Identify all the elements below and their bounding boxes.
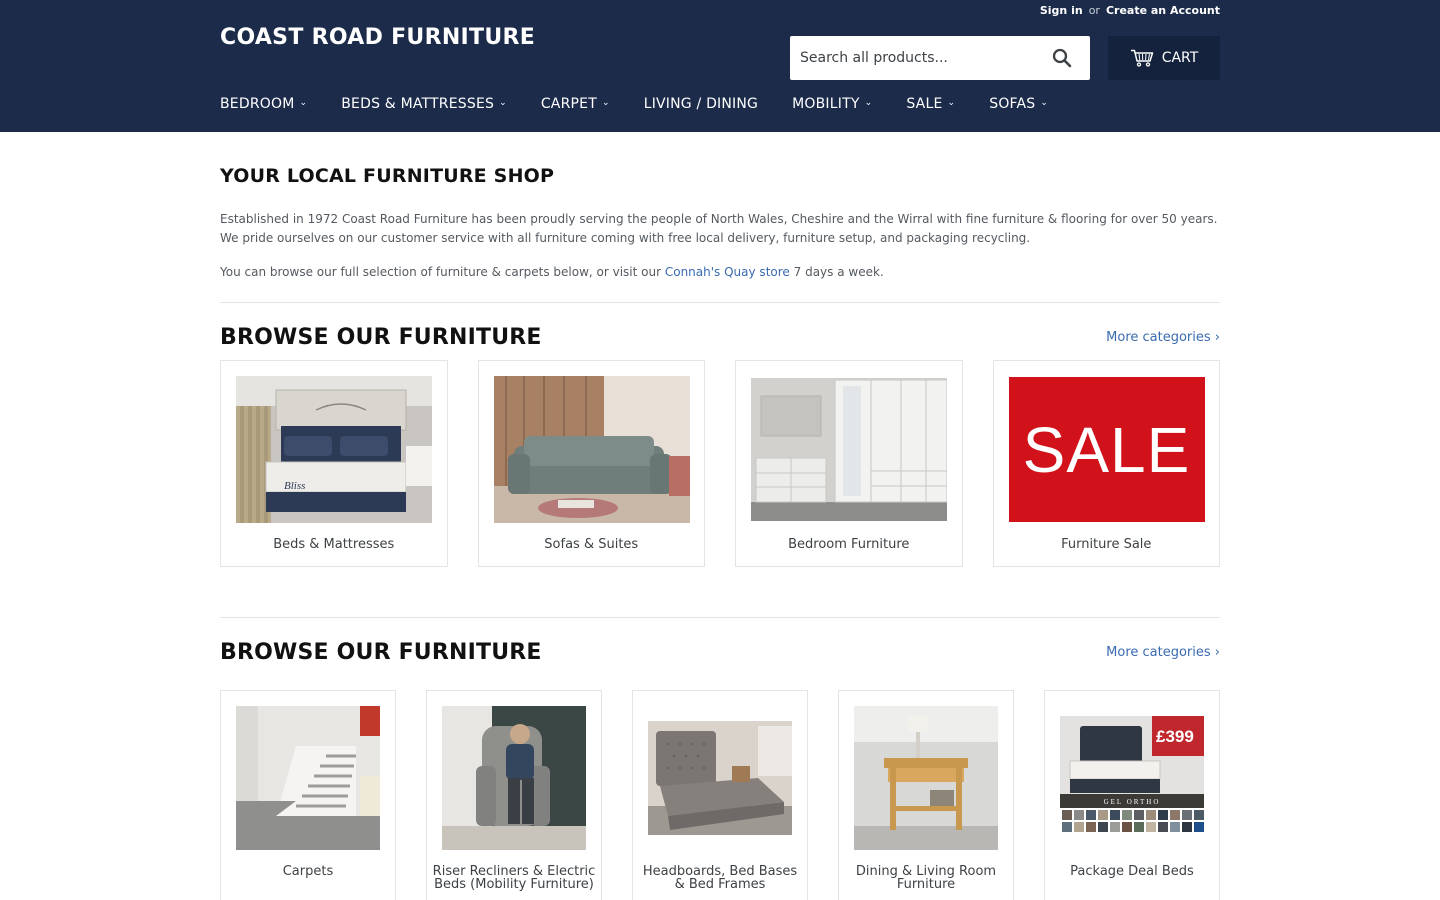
sofa-image [493, 376, 690, 523]
collection-label: Carpets [282, 864, 334, 879]
nav-item-living-dining[interactable]: LIVING / DINING [644, 96, 758, 112]
recliner-image [442, 706, 586, 850]
main-content: YOUR LOCAL FURNITURE SHOP Established in… [220, 165, 1220, 900]
account-links: Sign in or Create an Account [1040, 4, 1220, 17]
collection-card-sofas-suites[interactable]: Sofas & Suites [477, 360, 705, 567]
console-table-image [854, 706, 998, 850]
create-account-link[interactable]: Create an Account [1106, 4, 1220, 17]
nav-label: SALE [906, 96, 943, 112]
intro-line-2: We pride ourselves on our customer servi… [220, 231, 1031, 245]
svg-text:Bliss: Bliss [284, 480, 305, 492]
more-categories-link[interactable]: More categories › [1106, 330, 1220, 345]
collection-card-package-deal-beds[interactable]: £399 GEL ORTHO Package Deal Beds [1044, 690, 1220, 900]
nav-item-bedroom[interactable]: BEDROOM ⌄ [220, 96, 307, 112]
collection-label: Furniture Sale [1061, 537, 1152, 552]
collection-card-furniture-sale[interactable]: SALE Furniture Sale [992, 360, 1220, 567]
nav-label: MOBILITY [792, 96, 860, 112]
cart-button[interactable]: CART [1108, 36, 1220, 80]
package-bed-image: £399 GEL ORTHO [1060, 706, 1204, 850]
search-form [790, 36, 1090, 80]
package-banner-text: GEL ORTHO [1104, 798, 1161, 806]
chevron-down-icon: ⌄ [864, 98, 873, 108]
collection-label: Bedroom Furniture [788, 537, 910, 552]
more-categories-link[interactable]: More categories › [1106, 645, 1220, 660]
nav-item-mobility[interactable]: MOBILITY ⌄ [792, 96, 872, 112]
collection-card-headboards[interactable]: Headboards, Bed Bases & Bed Frames [632, 690, 808, 900]
sign-in-link[interactable]: Sign in [1040, 4, 1083, 17]
chevron-down-icon: ⌄ [947, 98, 956, 108]
browse-text-after: 7 days a week. [793, 265, 884, 279]
nav-item-carpet[interactable]: CARPET ⌄ [541, 96, 610, 112]
chevron-down-icon: ⌄ [299, 98, 308, 108]
or-text: or [1088, 4, 1100, 17]
section-header: BROWSE OUR FURNITURE More categories › [220, 325, 1220, 350]
bed-image: Bliss [236, 376, 432, 523]
package-price-text: £399 [1156, 727, 1194, 746]
divider [220, 617, 1220, 618]
intro-line-1: Established in 1972 Coast Road Furniture… [220, 212, 1218, 226]
collection-label: Sofas & Suites [544, 537, 639, 552]
nav-item-sale[interactable]: SALE ⌄ [906, 96, 955, 112]
collection-grid: Carpets Riser Recliners & Electric Beds … [220, 690, 1220, 900]
sale-image-text: SALE [1022, 413, 1191, 486]
collection-label: Package Deal Beds [1070, 864, 1194, 879]
browse-paragraph: You can browse our full selection of fur… [220, 263, 1220, 282]
collection-card-bedroom-furniture[interactable]: Bedroom Furniture [735, 360, 963, 567]
collection-card-carpets[interactable]: Carpets [220, 690, 396, 900]
sale-image: SALE [1008, 377, 1205, 522]
nav-label: SOFAS [989, 96, 1036, 112]
section-title: BROWSE OUR FURNITURE [220, 325, 542, 350]
section-title: BROWSE OUR FURNITURE [220, 640, 542, 665]
cart-icon [1130, 49, 1153, 67]
nav-label: BEDS & MATTRESSES [341, 96, 495, 112]
chevron-down-icon: ⌄ [1040, 98, 1049, 108]
collection-card-beds-mattresses[interactable]: Bliss Beds & Mattresses [220, 360, 448, 567]
collection-label: Headboards, Bed Bases & Bed Frames [642, 864, 798, 892]
chevron-down-icon: ⌄ [601, 98, 610, 108]
collection-label: Dining & Living Room Furniture [855, 864, 997, 892]
collection-label: Riser Recliners & Electric Beds (Mobilit… [432, 864, 596, 892]
collection-card-dining-living[interactable]: Dining & Living Room Furniture [838, 690, 1014, 900]
store-link[interactable]: Connah's Quay store [665, 265, 790, 279]
intro-title: YOUR LOCAL FURNITURE SHOP [220, 165, 555, 187]
bed-frame-image [648, 706, 792, 850]
nav-item-sofas[interactable]: SOFAS ⌄ [989, 96, 1048, 112]
header-inner: Sign in or Create an Account COAST ROAD FU… [220, 0, 1220, 132]
site-header: Sign in or Create an Account COAST ROAD FU… [0, 0, 1440, 132]
collection-label: Beds & Mattresses [273, 537, 395, 552]
collection-card-riser-recliners[interactable]: Riser Recliners & Electric Beds (Mobilit… [426, 690, 602, 900]
intro-paragraph: Established in 1972 Coast Road Furniture… [220, 210, 1220, 248]
nav-item-beds-mattresses[interactable]: BEDS & MATTRESSES ⌄ [341, 96, 507, 112]
nav-label: LIVING / DINING [643, 96, 759, 112]
search-input[interactable] [790, 50, 1040, 66]
main-nav: BEDROOM ⌄ BEDS & MATTRESSES ⌄ CARPET ⌄ LIVI… [220, 96, 1048, 112]
search-icon [1052, 48, 1072, 68]
collection-grid: Bliss Beds & Mattresses Sofas & Suites B… [220, 360, 1220, 567]
divider [220, 302, 1220, 303]
browse-text-before: You can browse our full selection of fur… [220, 265, 662, 279]
chevron-down-icon: ⌄ [499, 98, 507, 108]
section-header: BROWSE OUR FURNITURE More categories › [220, 640, 1220, 665]
carpet-image [236, 706, 380, 850]
cart-label: CART [1161, 50, 1199, 66]
search-button[interactable] [1040, 36, 1084, 80]
nav-label: CARPET [540, 96, 597, 112]
site-logo[interactable]: COAST ROAD FURNITURE [220, 25, 535, 50]
bedroom-furniture-image [751, 376, 947, 523]
nav-label: BEDROOM [220, 96, 295, 112]
